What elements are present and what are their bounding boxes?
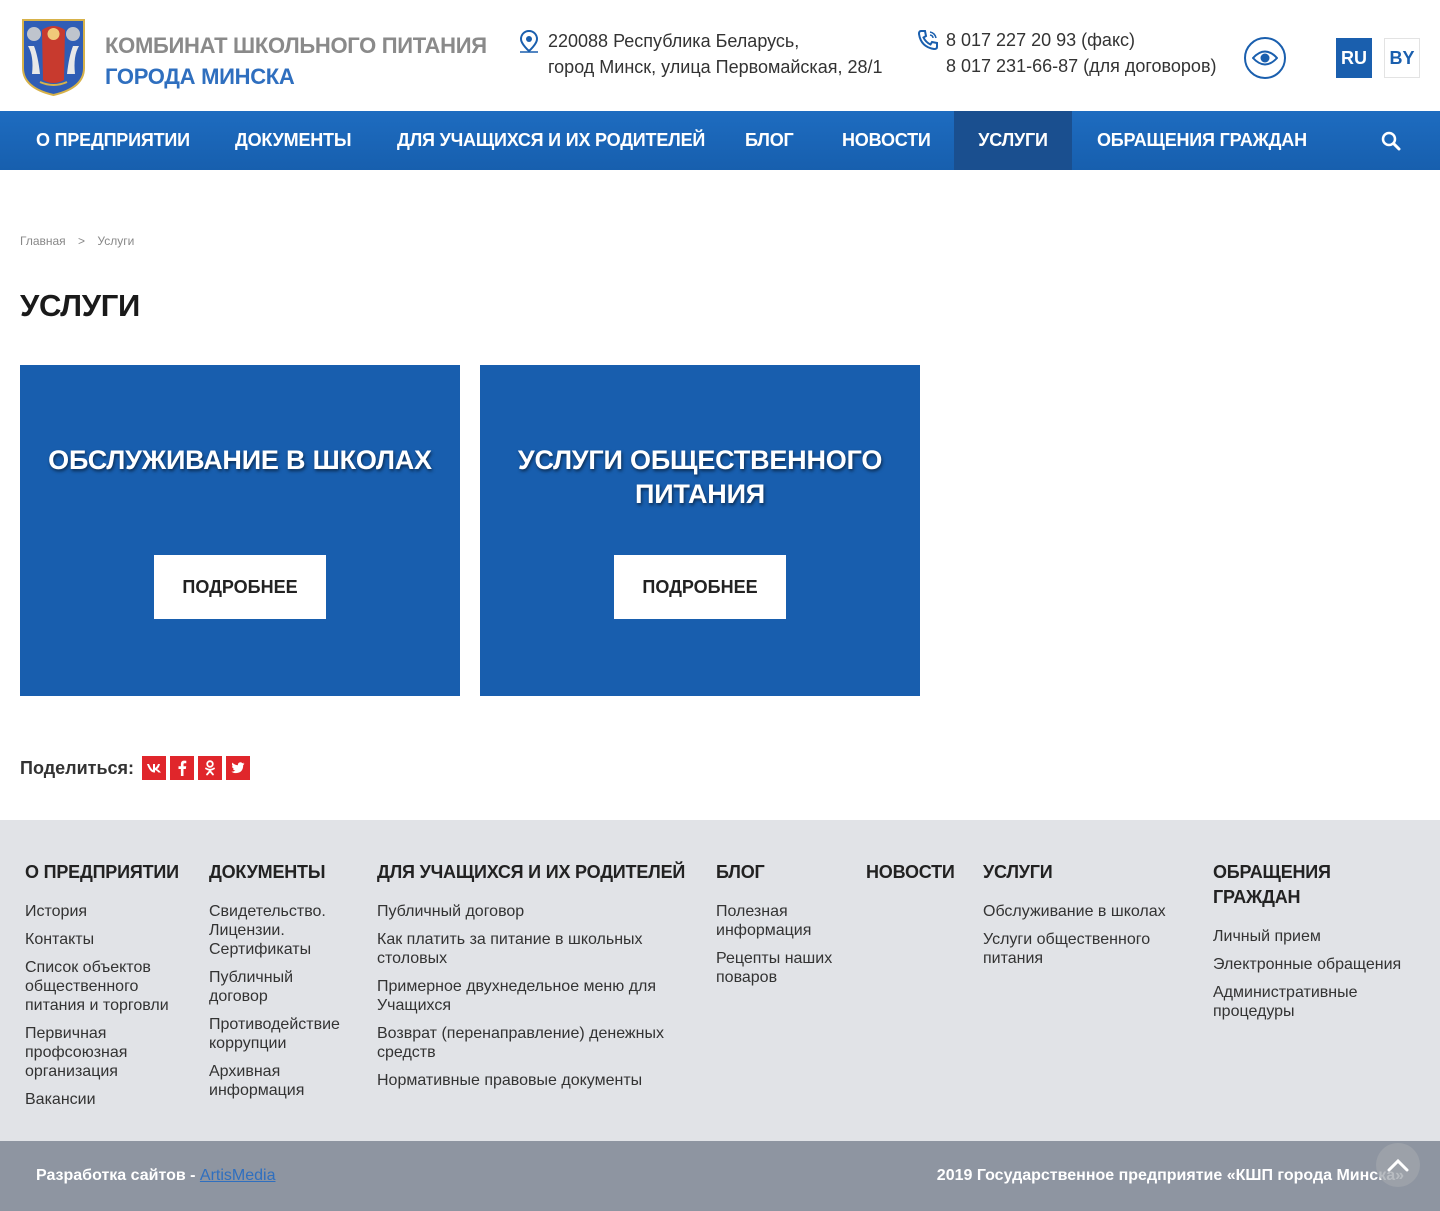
share-vk-button[interactable] — [142, 756, 166, 780]
footer-heading[interactable]: ДОКУМЕНТЫ — [209, 860, 349, 885]
developer-link[interactable]: ArtisMedia — [200, 1167, 276, 1184]
footer-heading[interactable]: ОБРАЩЕНИЯ ГРАЖДАН — [1213, 860, 1353, 910]
nav-item-about[interactable]: О ПРЕДПРИЯТИИ — [36, 111, 190, 170]
footer-column-about: О ПРЕДПРИЯТИИ История Контакты Список об… — [25, 860, 190, 1118]
footer-link[interactable]: Как платить за питание в школьных столов… — [377, 930, 687, 968]
footer-link[interactable]: Нормативные правовые документы — [377, 1071, 687, 1090]
footer-link[interactable]: Возврат (перенаправление) денежных средс… — [377, 1024, 687, 1062]
footer-link[interactable]: Полезная информация — [716, 902, 846, 940]
more-button[interactable]: ПОДРОБНЕЕ — [154, 555, 326, 619]
accessibility-button[interactable] — [1244, 37, 1286, 79]
address-line-2: город Минск, улица Первомайская, 28/1 — [548, 57, 883, 77]
footer-heading[interactable]: ДЛЯ УЧАЩИХСЯ И ИХ РОДИТЕЛЕЙ — [377, 860, 687, 885]
odnoklassniki-icon — [205, 760, 215, 776]
nav-item-services[interactable]: УСЛУГИ — [954, 111, 1072, 170]
phone-icon — [917, 29, 939, 51]
footer-link[interactable]: Личный прием — [1213, 927, 1418, 946]
footer-link[interactable]: Первичная профсоюзная организация — [25, 1024, 190, 1081]
chevron-up-icon — [1387, 1158, 1409, 1172]
facebook-icon — [178, 760, 187, 776]
footer-column-services: УСЛУГИ Обслуживание в школах Услуги обще… — [983, 860, 1183, 977]
footer-column-blog: БЛОГ Полезная информация Рецепты наших п… — [716, 860, 846, 996]
breadcrumb: Главная > Услуги — [20, 234, 134, 248]
footer-link[interactable]: Административные процедуры — [1213, 983, 1418, 1021]
footer-link[interactable]: Противодействие коррупции — [209, 1015, 349, 1053]
service-card-catering[interactable]: УСЛУГИ ОБЩЕСТВЕННОГО ПИТАНИЯ ПОДРОБНЕЕ — [480, 365, 920, 696]
footer-link[interactable]: Публичный договор — [377, 902, 687, 921]
search-icon[interactable] — [1380, 130, 1402, 152]
nav-item-documents[interactable]: ДОКУМЕНТЫ — [235, 111, 351, 170]
page-title: УСЛУГИ — [20, 288, 140, 323]
nav-item-news[interactable]: НОВОСТИ — [842, 111, 931, 170]
footer-link[interactable]: Примерное двухнедельное меню для Учащихс… — [377, 977, 687, 1015]
phone-fax[interactable]: 8 017 227 20 93 (факс) — [946, 27, 1217, 53]
nav-item-appeals[interactable]: ОБРАЩЕНИЯ ГРАЖДАН — [1097, 111, 1307, 170]
footer-heading[interactable]: БЛОГ — [716, 860, 846, 885]
share-ok-button[interactable] — [198, 756, 222, 780]
footer-link[interactable]: Вакансии — [25, 1090, 190, 1109]
phones: 8 017 227 20 93 (факс) 8 017 231-66-87 (… — [946, 27, 1217, 79]
footer-bottom-bar: Разработка сайтов - ArtisMedia 2019 Госу… — [0, 1141, 1440, 1211]
footer-link[interactable]: Обслуживание в школах — [983, 902, 1183, 921]
service-card-schools[interactable]: ОБСЛУЖИВАНИЕ В ШКОЛАХ ПОДРОБНЕЕ — [20, 365, 460, 696]
eye-icon — [1252, 50, 1278, 66]
vk-icon — [147, 764, 161, 773]
lang-ru-button[interactable]: RU — [1336, 38, 1372, 78]
service-card-title: УСЛУГИ ОБЩЕСТВЕННОГО ПИТАНИЯ — [517, 445, 883, 509]
breadcrumb-home[interactable]: Главная — [20, 234, 66, 248]
footer-link[interactable]: Публичный договор — [209, 968, 349, 1006]
footer-link[interactable]: Список объектов общественного питания и … — [25, 958, 190, 1015]
footer-link[interactable]: История — [25, 902, 190, 921]
address-line-1: 220088 Республика Беларусь, — [548, 31, 800, 51]
footer-link[interactable]: Услуги общественного питания — [983, 930, 1183, 968]
twitter-icon — [231, 762, 245, 774]
footer-link[interactable]: Свидетельство. Лицензии. Сертификаты — [209, 902, 349, 959]
footer-column-students: ДЛЯ УЧАЩИХСЯ И ИХ РОДИТЕЛЕЙ Публичный до… — [377, 860, 687, 1099]
footer-column-appeals: ОБРАЩЕНИЯ ГРАЖДАН Личный прием Электронн… — [1213, 860, 1418, 1030]
brand-name[interactable]: КОМБИНАТ ШКОЛЬНОГО ПИТАНИЯ ГОРОДА МИНСКА — [105, 30, 487, 92]
footer-heading[interactable]: УСЛУГИ — [983, 860, 1183, 885]
footer-link[interactable]: Контакты — [25, 930, 190, 949]
developer-text: Разработка сайтов - — [36, 1167, 200, 1184]
footer-link[interactable]: Архивная информация — [209, 1062, 349, 1100]
main-nav: О ПРЕДПРИЯТИИ ДОКУМЕНТЫ ДЛЯ УЧАЩИХСЯ И И… — [0, 111, 1440, 170]
coat-of-arms-icon[interactable] — [20, 16, 87, 97]
breadcrumb-current: Услуги — [97, 234, 135, 248]
lang-by-button[interactable]: BY — [1384, 38, 1420, 78]
location-pin-icon — [518, 29, 540, 54]
brand-line-1: КОМБИНАТ ШКОЛЬНОГО ПИТАНИЯ — [105, 33, 487, 58]
share-facebook-button[interactable] — [170, 756, 194, 780]
footer-link[interactable]: Электронные обращения — [1213, 955, 1418, 974]
service-card-title: ОБСЛУЖИВАНИЕ В ШКОЛАХ — [48, 445, 432, 475]
nav-item-blog[interactable]: БЛОГ — [745, 111, 794, 170]
footer-heading[interactable]: О ПРЕДПРИЯТИИ — [25, 860, 190, 885]
breadcrumb-separator: > — [78, 234, 86, 248]
footer: О ПРЕДПРИЯТИИ История Контакты Список об… — [0, 820, 1440, 1141]
footer-heading[interactable]: НОВОСТИ — [866, 860, 966, 885]
copyright: 2019 Государственное предприятие «КШП го… — [936, 1167, 1404, 1184]
developer-credit: Разработка сайтов - ArtisMedia — [36, 1167, 275, 1185]
address: 220088 Республика Беларусь, город Минск,… — [548, 28, 883, 80]
share-twitter-button[interactable] — [226, 756, 250, 780]
brand-line-2: ГОРОДА МИНСКА — [105, 64, 295, 89]
footer-link[interactable]: Рецепты наших поваров — [716, 949, 846, 987]
scroll-top-button[interactable] — [1376, 1143, 1420, 1187]
footer-column-documents: ДОКУМЕНТЫ Свидетельство. Лицензии. Серти… — [209, 860, 349, 1109]
site-header: КОМБИНАТ ШКОЛЬНОГО ПИТАНИЯ ГОРОДА МИНСКА… — [0, 0, 1440, 111]
share-label: Поделиться: — [20, 758, 135, 778]
footer-column-news: НОВОСТИ — [866, 860, 966, 902]
nav-item-students[interactable]: ДЛЯ УЧАЩИХСЯ И ИХ РОДИТЕЛЕЙ — [397, 111, 705, 170]
more-button[interactable]: ПОДРОБНЕЕ — [614, 555, 786, 619]
phone-contracts[interactable]: 8 017 231-66-87 (для договоров) — [946, 53, 1217, 79]
